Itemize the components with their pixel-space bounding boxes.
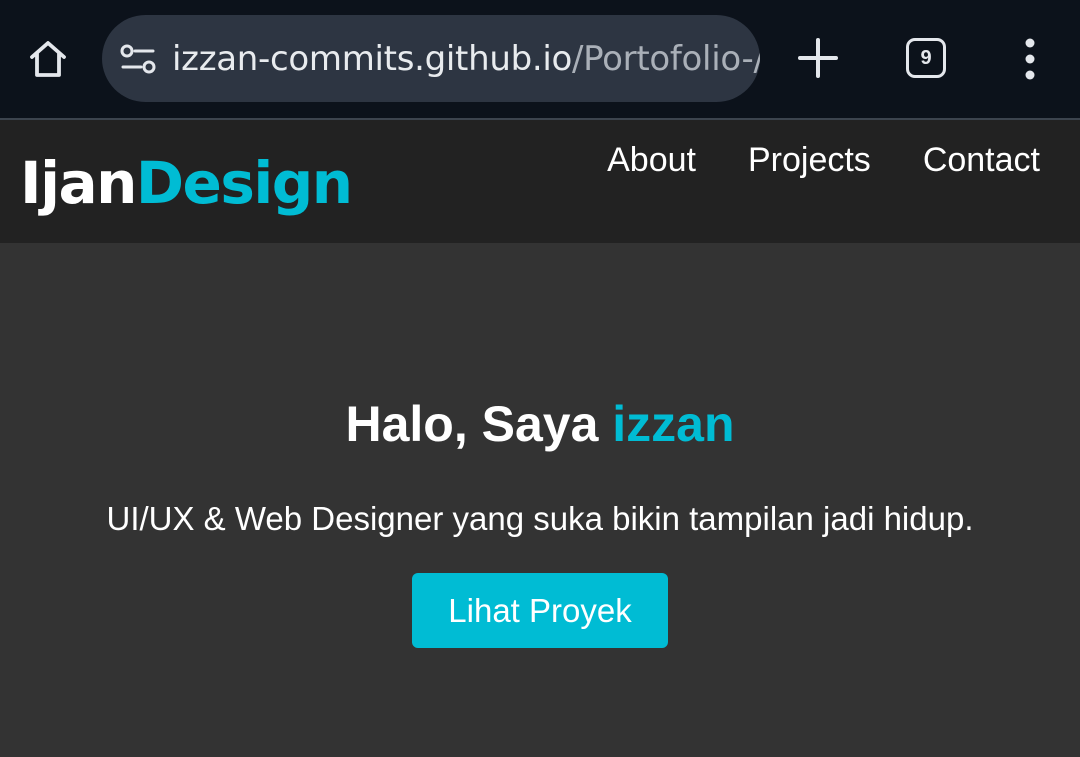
home-icon	[30, 41, 66, 77]
nav-about[interactable]: About	[607, 140, 696, 180]
url-host: izzan-commits.github.io	[172, 39, 573, 79]
site-header: IjanDesign About Projects Contact	[0, 120, 1080, 243]
home-button[interactable]	[22, 33, 74, 85]
address-bar[interactable]: izzan-commits.github.io/Portofolio-/	[102, 15, 760, 102]
view-projects-button[interactable]: Lihat Proyek	[412, 573, 668, 648]
hero-title: Halo, Saya izzan	[0, 393, 1080, 455]
tab-switcher-button[interactable]: 9	[906, 38, 946, 78]
hero-title-name: izzan	[612, 396, 735, 452]
logo-part1: Ijan	[20, 149, 137, 217]
hero-section: Halo, Saya izzan UI/UX & Web Designer ya…	[0, 243, 1080, 757]
site-logo[interactable]: IjanDesign	[20, 148, 353, 218]
url-path: /Portofolio-/	[572, 39, 760, 79]
hero-subtitle: UI/UX & Web Designer yang suka bikin tam…	[106, 500, 974, 537]
plus-icon[interactable]	[794, 34, 842, 82]
logo-part2: Design	[135, 149, 353, 217]
browser-toolbar: izzan-commits.github.io/Portofolio-/ 9	[0, 0, 1080, 119]
main-nav: About Projects Contact	[607, 140, 1040, 180]
nav-contact[interactable]: Contact	[923, 140, 1040, 180]
tune-icon[interactable]	[120, 43, 156, 75]
nav-projects[interactable]: Projects	[748, 140, 871, 180]
url-text[interactable]: izzan-commits.github.io/Portofolio-/	[172, 37, 760, 81]
more-vert-icon[interactable]	[1012, 36, 1048, 82]
hero-title-prefix: Halo, Saya	[345, 396, 613, 452]
